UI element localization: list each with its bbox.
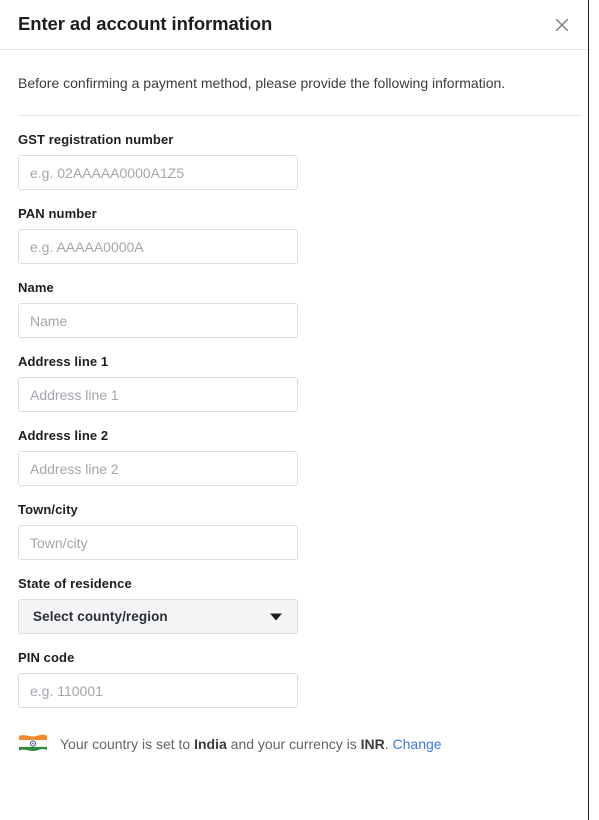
label-address-line-2: Address line 2 bbox=[18, 428, 109, 443]
name-input[interactable] bbox=[18, 303, 298, 338]
pan-number-input[interactable] bbox=[18, 229, 298, 264]
page-right-gutter bbox=[589, 0, 599, 820]
pin-code-input[interactable] bbox=[18, 673, 298, 708]
label-address-line-1: Address line 1 bbox=[18, 354, 109, 369]
india-flag-icon bbox=[18, 733, 48, 755]
ad-account-information-dialog: Enter ad account information Before conf… bbox=[0, 0, 599, 820]
label-pan-number: PAN number bbox=[18, 206, 97, 221]
close-icon bbox=[552, 15, 572, 35]
field-address-line-2: Address line 2 bbox=[18, 412, 581, 486]
label-state-of-residence: State of residence bbox=[18, 576, 132, 591]
dialog-body: Before confirming a payment method, plea… bbox=[0, 50, 599, 755]
town-city-input[interactable] bbox=[18, 525, 298, 560]
field-address-line-1: Address line 1 bbox=[18, 338, 581, 412]
address-line-2-input[interactable] bbox=[18, 451, 298, 486]
close-button[interactable] bbox=[549, 12, 575, 38]
country-text-before: Your country is set to bbox=[60, 736, 195, 752]
gst-registration-number-input[interactable] bbox=[18, 155, 298, 190]
label-pin-code: PIN code bbox=[18, 650, 75, 665]
field-pin-code: PIN code bbox=[18, 634, 581, 708]
state-of-residence-select[interactable]: Select county/region bbox=[18, 599, 298, 634]
field-pan-number: PAN number bbox=[18, 190, 581, 264]
label-name: Name bbox=[18, 280, 54, 295]
country-currency-text: Your country is set to India and your cu… bbox=[60, 734, 442, 754]
intro-text: Before confirming a payment method, plea… bbox=[18, 75, 506, 91]
country-text-after: . bbox=[384, 736, 393, 752]
field-gst-registration-number: GST registration number bbox=[18, 116, 581, 190]
field-name: Name bbox=[18, 264, 581, 338]
currency-value: INR bbox=[360, 736, 385, 752]
field-state-of-residence: State of residence Select county/region bbox=[18, 560, 581, 634]
change-country-link[interactable]: Change bbox=[393, 736, 442, 752]
chevron-down-icon bbox=[270, 613, 282, 620]
page-title: Enter ad account information bbox=[18, 13, 273, 35]
state-of-residence-selected-value: Select county/region bbox=[33, 609, 168, 624]
label-town-city: Town/city bbox=[18, 502, 78, 517]
field-town-city: Town/city bbox=[18, 486, 581, 560]
address-line-1-input[interactable] bbox=[18, 377, 298, 412]
country-value: India bbox=[194, 736, 227, 752]
label-gst-registration-number: GST registration number bbox=[18, 132, 174, 147]
country-text-middle: and your currency is bbox=[226, 736, 361, 752]
dialog-header: Enter ad account information bbox=[0, 0, 599, 50]
country-currency-note: Your country is set to India and your cu… bbox=[18, 708, 581, 755]
